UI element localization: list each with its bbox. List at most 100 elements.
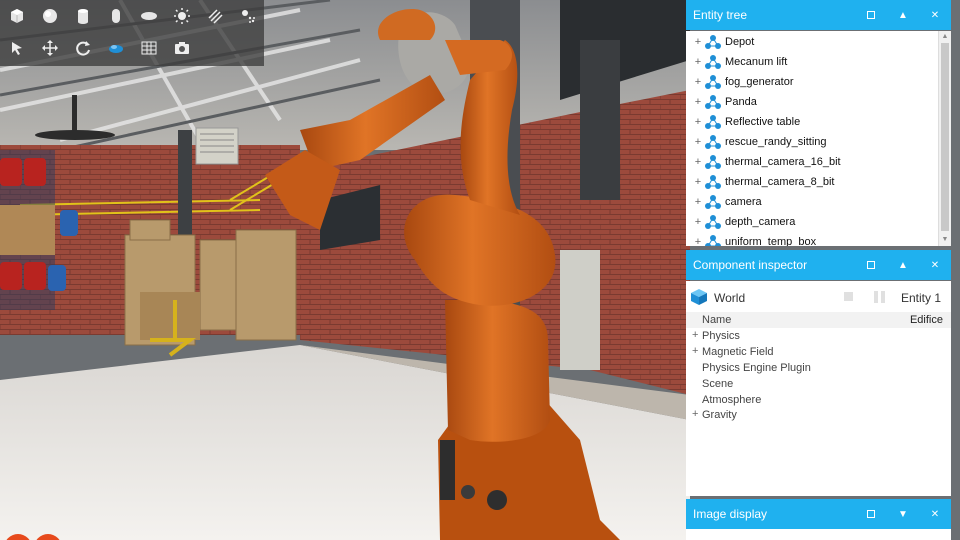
entity-model-icon <box>705 115 721 129</box>
expand-plus-icon[interactable]: + <box>693 36 703 48</box>
select-arrow-icon[interactable] <box>0 32 33 64</box>
tree-item-label: depth_camera <box>725 216 796 228</box>
tree-item[interactable]: + thermal_camera_8_bit <box>686 172 938 192</box>
expand-plus-icon[interactable]: + <box>693 56 703 68</box>
tree-item-label: thermal_camera_16_bit <box>725 156 841 168</box>
tree-item-label: fog_generator <box>725 76 794 88</box>
sphere-icon[interactable] <box>33 0 66 32</box>
transform-toolbar-row <box>0 32 198 64</box>
tree-item-label: thermal_camera_8_bit <box>725 176 835 188</box>
close-panel-button[interactable]: ✕ <box>927 257 943 273</box>
inspector-row-value: Edifice <box>909 314 943 326</box>
tree-item[interactable]: + Depot <box>686 32 938 52</box>
close-panel-button[interactable]: ✕ <box>927 506 943 522</box>
float-panel-button[interactable] <box>863 506 879 522</box>
expand-plus-icon[interactable]: + <box>693 76 703 88</box>
expand-plus-icon[interactable]: + <box>692 329 698 341</box>
entity-model-icon <box>705 95 721 109</box>
close-panel-button[interactable]: ✕ <box>927 7 943 23</box>
entity-tree-list: + Depot + Mecanum lift + fog_generator + Panda +… <box>686 31 951 246</box>
entity-tree-title: Entity tree <box>693 8 748 22</box>
inspector-row[interactable]: Scene <box>686 376 951 392</box>
scroll-up-icon[interactable]: ▲ <box>939 31 951 43</box>
image-display-body <box>686 529 951 540</box>
translate-icon[interactable] <box>33 32 66 64</box>
tree-item-label: Mecanum lift <box>725 56 788 68</box>
inspector-row[interactable]: Atmosphere <box>686 392 951 408</box>
scale-icon[interactable] <box>99 32 132 64</box>
image-display-header: Image display ▼ ✕ <box>686 499 951 529</box>
expand-plus-icon[interactable]: + <box>692 408 698 420</box>
inspector-row-key: Atmosphere <box>702 393 762 406</box>
entity-model-icon <box>705 155 721 169</box>
tree-item[interactable]: + uniform_temp_box <box>686 232 938 246</box>
entity-model-icon <box>705 235 721 246</box>
entity-model-icon <box>705 35 721 49</box>
expand-plus-icon[interactable]: + <box>693 236 703 246</box>
tree-item[interactable]: + depth_camera <box>686 212 938 232</box>
expand-plus-icon[interactable]: + <box>693 196 703 208</box>
spot-light-icon[interactable] <box>231 0 264 32</box>
tree-item[interactable]: + thermal_camera_16_bit <box>686 152 938 172</box>
inspector-row[interactable]: + Physics <box>686 328 951 344</box>
square-icon <box>867 510 875 518</box>
inspector-row[interactable]: Name Edifice <box>686 312 951 328</box>
expand-plus-icon[interactable]: + <box>692 345 698 357</box>
expand-plus-icon[interactable]: + <box>693 156 703 168</box>
expand-plus-icon[interactable]: + <box>693 136 703 148</box>
component-inspector-body: World Entity 1 Name Edifice + Physics + Magne… <box>686 281 951 496</box>
tree-item[interactable]: + rescue_randy_sitting <box>686 132 938 152</box>
tree-item-label: Depot <box>725 36 755 48</box>
scroll-thumb[interactable] <box>941 43 949 231</box>
image-display-title: Image display <box>693 507 768 521</box>
expand-plus-icon[interactable]: + <box>693 96 703 108</box>
entity-model-icon <box>705 175 721 189</box>
expand-plus-icon[interactable]: + <box>693 176 703 188</box>
tree-item[interactable]: + Reflective table <box>686 112 938 132</box>
cylinder-icon[interactable] <box>66 0 99 32</box>
inspector-row-key: Name <box>702 314 732 326</box>
expand-plus-icon[interactable]: + <box>693 216 703 228</box>
collapse-panel-button[interactable]: ▲ <box>895 257 911 273</box>
entity-model-icon <box>705 75 721 89</box>
tree-item[interactable]: + camera <box>686 192 938 212</box>
cube-icon <box>691 289 707 305</box>
inspector-row[interactable]: + Gravity <box>686 407 951 423</box>
component-inspector-title: Component inspector <box>693 258 808 272</box>
pause-icon[interactable] <box>874 291 886 303</box>
component-inspector-header: Component inspector ▲ ✕ <box>686 250 951 280</box>
square-icon <box>867 11 875 19</box>
tree-item[interactable]: + Mecanum lift <box>686 52 938 72</box>
expand-plus-icon[interactable]: + <box>693 116 703 128</box>
scroll-down-icon[interactable]: ▼ <box>939 234 951 246</box>
toolbar <box>0 0 264 66</box>
ellipsoid-icon[interactable] <box>132 0 165 32</box>
sun-icon[interactable] <box>165 0 198 32</box>
inspector-row-key: Magnetic Field <box>702 345 774 358</box>
inspector-row[interactable]: Physics Engine Plugin <box>686 360 951 376</box>
inspector-row[interactable]: + Magnetic Field <box>686 344 951 360</box>
grid-icon[interactable] <box>132 32 165 64</box>
inspector-entity-id: Entity 1 <box>901 291 942 305</box>
capsule-icon[interactable] <box>99 0 132 32</box>
entity-model-icon <box>705 195 721 209</box>
rotate-icon[interactable] <box>66 32 99 64</box>
directional-light-icon[interactable] <box>198 0 231 32</box>
collapse-panel-button[interactable]: ▲ <box>895 7 911 23</box>
float-panel-button[interactable] <box>863 257 879 273</box>
camera-icon[interactable] <box>165 32 198 64</box>
lock-icon[interactable] <box>844 292 853 301</box>
float-panel-button[interactable] <box>863 7 879 23</box>
inspector-entity-name: World <box>714 291 746 305</box>
tree-item-label: rescue_randy_sitting <box>725 136 827 148</box>
tree-item[interactable]: + fog_generator <box>686 72 938 92</box>
entity-model-icon <box>705 55 721 69</box>
box-icon[interactable] <box>0 0 33 32</box>
shapes-toolbar-row <box>0 0 264 32</box>
entity-model-icon <box>705 215 721 229</box>
entity-tree-scrollbar[interactable]: ▲ ▼ <box>938 31 951 246</box>
expand-panel-button[interactable]: ▼ <box>895 506 911 522</box>
tree-item[interactable]: + Panda <box>686 92 938 112</box>
inspector-row-key: Scene <box>702 377 734 390</box>
inspector-row-key: Physics <box>702 329 740 342</box>
